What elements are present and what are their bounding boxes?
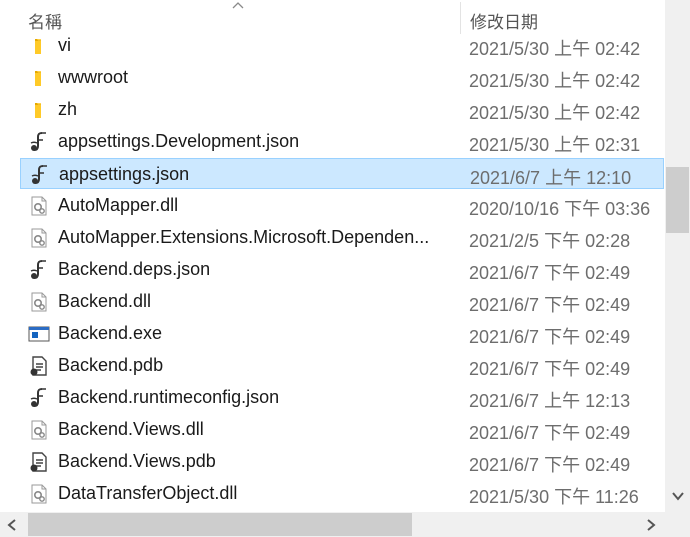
file-date-modified: 2021/6/7 上午 12:10 <box>470 168 632 188</box>
file-date-modified: 2021/6/7 下午 02:49 <box>469 359 631 379</box>
file-date-modified: 2021/6/7 下午 02:49 <box>469 263 631 283</box>
vertical-scrollbar[interactable] <box>665 0 690 512</box>
folder-icon <box>28 99 50 121</box>
file-row[interactable]: Backend.pdb 2021/6/7 下午 02:49 <box>20 350 664 381</box>
file-name: Backend.pdb <box>58 355 164 375</box>
file-row[interactable]: wwwroot 2021/5/30 上午 02:42 <box>20 62 664 93</box>
json-file-icon <box>28 259 50 281</box>
pdb-file-icon <box>28 451 50 473</box>
file-name: Backend.Views.pdb <box>58 451 216 471</box>
sort-ascending-icon <box>232 2 244 9</box>
file-name: vi <box>58 35 71 55</box>
column-header: 名稱 修改日期 <box>0 0 665 34</box>
pdb-file-icon <box>28 355 50 377</box>
file-name: Backend.Views.dll <box>58 419 204 439</box>
file-name: Backend.deps.json <box>58 259 211 279</box>
file-date-modified: 2021/6/7 上午 12:13 <box>469 391 631 411</box>
dll-file-icon <box>28 195 50 217</box>
exe-file-icon <box>28 323 50 345</box>
file-row[interactable]: AutoMapper.Extensions.Microsoft.Dependen… <box>20 222 664 253</box>
file-row[interactable]: Backend.deps.json 2021/6/7 下午 02:49 <box>20 254 664 285</box>
dll-file-icon <box>28 227 50 249</box>
file-date-modified: 2021/5/30 上午 02:42 <box>469 71 641 91</box>
file-row[interactable]: Backend.runtimeconfig.json 2021/6/7 上午 12… <box>20 382 664 413</box>
file-date-modified: 2021/5/30 上午 02:42 <box>469 39 641 59</box>
file-row[interactable]: Backend.dll 2021/6/7 下午 02:49 <box>20 286 664 317</box>
file-row[interactable]: Backend.Views.dll 2021/6/7 下午 02:49 <box>20 414 664 445</box>
file-date-modified: 2021/6/7 下午 02:49 <box>469 455 631 475</box>
dll-file-icon <box>28 419 50 441</box>
scroll-right-icon[interactable] <box>643 517 659 533</box>
json-file-icon <box>28 387 50 409</box>
file-name: Backend.exe <box>58 323 163 343</box>
file-name: AutoMapper.Extensions.Microsoft.Dependen… <box>58 227 430 247</box>
file-name: AutoMapper.dll <box>58 195 179 215</box>
scroll-down-icon[interactable] <box>670 488 686 504</box>
file-row[interactable]: AutoMapper.dll 2020/10/16 下午 03:36 <box>20 190 664 221</box>
file-date-modified: 2021/6/7 下午 02:49 <box>469 327 631 347</box>
folder-icon <box>28 67 50 89</box>
dll-file-icon <box>28 483 50 505</box>
file-row[interactable]: vi 2021/5/30 上午 02:42 <box>20 30 664 61</box>
file-date-modified: 2021/6/7 下午 02:49 <box>469 295 631 315</box>
file-row[interactable]: Backend.Views.pdb 2021/6/7 下午 02:49 <box>20 446 664 477</box>
file-date-modified: 2021/5/30 上午 02:42 <box>469 103 641 123</box>
dll-file-icon <box>28 291 50 313</box>
vertical-scrollbar-thumb[interactable] <box>666 167 689 233</box>
file-row[interactable]: zh 2021/5/30 上午 02:42 <box>20 94 664 125</box>
file-date-modified: 2020/10/16 下午 03:36 <box>469 199 651 219</box>
file-date-modified: 2021/6/7 下午 02:49 <box>469 423 631 443</box>
file-name: zh <box>58 99 78 119</box>
file-row[interactable]: appsettings.Development.json 2021/5/30 上午… <box>20 126 664 157</box>
file-date-modified: 2021/5/30 下午 11:26 <box>469 487 639 507</box>
file-name: Backend.runtimeconfig.json <box>58 387 280 407</box>
folder-icon <box>28 35 50 57</box>
file-row[interactable]: appsettings.json 2021/6/7 上午 12:10 <box>20 158 664 189</box>
file-name: DataTransferObject.dll <box>58 483 238 503</box>
scroll-left-icon[interactable] <box>4 517 20 533</box>
scrollbar-corner <box>665 512 690 537</box>
file-row[interactable]: DataTransferObject.dll 2021/5/30 下午 11:26 <box>20 478 664 509</box>
file-name: Backend.dll <box>58 291 152 311</box>
file-date-modified: 2021/5/30 上午 02:31 <box>469 135 641 155</box>
file-name: wwwroot <box>58 67 129 87</box>
json-file-icon <box>29 164 51 186</box>
file-name: appsettings.json <box>59 164 190 184</box>
file-name: appsettings.Development.json <box>58 131 300 151</box>
file-date-modified: 2021/2/5 下午 02:28 <box>469 231 631 251</box>
horizontal-scrollbar-thumb[interactable] <box>28 513 412 536</box>
json-file-icon <box>28 131 50 153</box>
file-row[interactable]: Backend.exe 2021/6/7 下午 02:49 <box>20 318 664 349</box>
